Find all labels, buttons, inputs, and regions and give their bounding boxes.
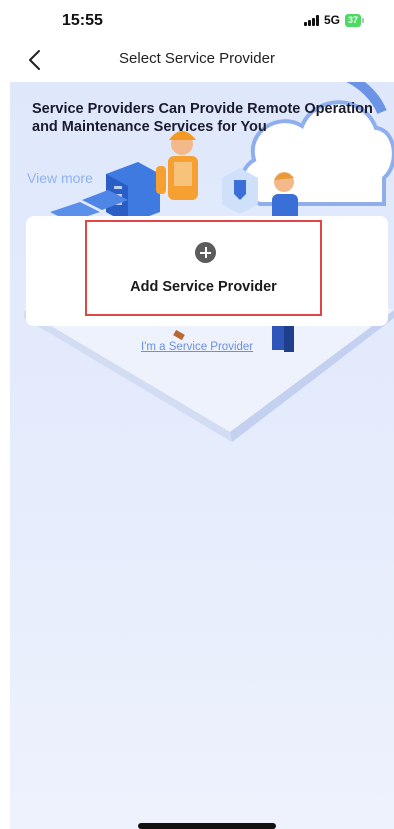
status-indicators: 5G 37 — [303, 13, 364, 27]
content-area: Service Providers Can Provide Remote Ope… — [10, 82, 394, 829]
battery-level: 37 — [344, 13, 361, 27]
nav-bar: Select Service Provider — [0, 40, 394, 80]
im-a-service-provider-link[interactable]: I'm a Service Provider — [141, 341, 253, 353]
add-service-provider-button[interactable]: Add Service Provider — [85, 220, 322, 316]
hero-title: Service Providers Can Provide Remote Ope… — [32, 101, 373, 135]
battery-icon: 37 — [344, 13, 364, 27]
home-indicator — [138, 823, 276, 829]
status-bar: 15:55 5G 37 — [0, 0, 394, 40]
status-time: 15:55 — [62, 12, 103, 29]
provider-card: Add Service Provider — [26, 216, 388, 326]
view-more-link[interactable]: View more — [27, 170, 93, 186]
signal-bars-icon — [303, 14, 319, 26]
add-service-provider-label: Add Service Provider — [130, 279, 277, 295]
network-type: 5G — [323, 13, 340, 27]
plus-circle-icon — [195, 242, 216, 263]
page-title: Select Service Provider — [119, 50, 275, 67]
